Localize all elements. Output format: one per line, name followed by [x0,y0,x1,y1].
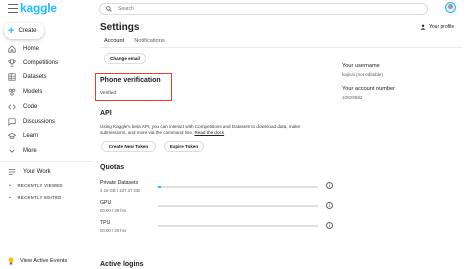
sidebar-item-datasets[interactable]: Datasets [8,72,47,82]
quota-name: GPU [100,200,112,206]
sidebar-item-label: Home [23,46,40,52]
page-title: Settings [100,22,140,33]
quota-value: 2.15 GB / 107.37 GB [100,188,140,193]
sidebar-item-more[interactable]: More [8,146,37,156]
home-icon [8,45,16,53]
sidebar-item-label: Competitions [23,60,59,66]
chevron-down-icon: ⌄ [8,194,13,200]
api-title: API [100,110,112,117]
sidebar-item-label: Discussions [23,119,56,125]
quota-progress-bar [158,186,318,188]
quota-tpu: TPU 00:00 / 20 hrs [100,220,126,233]
sidebar-item-your-work[interactable]: Your Work [8,167,51,177]
search-icon [106,6,112,12]
sidebar-item-label: More [23,148,37,154]
sidebar: kaggle + Create Home Competitions Datase… [0,0,92,269]
info-icon[interactable]: i [326,202,333,209]
sidebar-divider [0,161,92,162]
phone-verification-title: Phone verification [100,77,161,84]
sidebar-item-models[interactable]: Models [8,87,42,97]
chevron-down-icon: ⌄ [8,182,13,188]
trophy-icon [8,59,16,67]
menu-icon[interactable] [8,4,18,13]
list-icon [8,168,16,176]
recently-edited-label: RECENTLY EDITED [17,194,62,200]
create-new-token-button[interactable]: Create New Token [101,141,156,152]
table-icon [8,73,16,81]
kaggle-settings-page: kaggle + Create Home Competitions Datase… [0,0,474,269]
sidebar-item-learn[interactable]: Learn [8,131,38,141]
quota-value: 00:00 / 20 hrs [100,228,127,233]
create-label: Create [18,28,37,34]
username-value: kajicai (not editable) [342,72,383,77]
phone-verification-status: Verified [100,91,116,96]
quota-name: Private Datasets [100,180,139,186]
plus-icon: + [8,24,15,37]
search-bar[interactable] [99,3,428,15]
quota-progress-bar [158,205,318,207]
sidebar-item-competitions[interactable]: Competitions [8,58,58,68]
view-active-events-link[interactable]: View Active Events [8,257,67,265]
tabs-divider [100,47,462,48]
quota-gpu: GPU 00:00 / 30 hrs [100,200,126,213]
account-number-value: 10829592 [342,95,363,100]
sidebar-item-code[interactable]: Code [8,102,37,112]
sidebar-item-label: Models [23,89,43,95]
school-icon [8,132,16,140]
recently-viewed-label: RECENTLY VIEWED [17,182,63,188]
recently-edited-toggle[interactable]: ⌄ RECENTLY EDITED [8,193,62,201]
sidebar-item-label: Code [23,104,38,110]
sidebar-item-label: Datasets [23,74,47,80]
view-active-events-label: View Active Events [20,258,68,264]
person-icon [420,24,426,30]
search-input[interactable] [118,6,318,12]
expire-token-button[interactable]: Expire Token [164,141,204,152]
quota-progress-fill [158,186,162,188]
sidebar-item-label: Your Work [23,169,51,175]
create-button[interactable]: + Create [4,23,44,39]
chevron-down-icon [8,147,16,155]
models-icon [8,88,16,96]
recently-viewed-toggle[interactable]: ⌄ RECENTLY VIEWED [8,181,63,189]
phone-verification-section: Phone verification Verified [95,73,172,101]
change-email-button[interactable]: Change email [104,53,146,64]
quota-private-datasets: Private Datasets 2.15 GB / 107.37 GB [100,180,140,193]
info-icon[interactable]: i [326,222,333,229]
sidebar-item-home[interactable]: Home [8,44,39,54]
kaggle-logo[interactable]: kaggle [20,1,57,15]
api-description: Using Kaggle's beta API, you can interac… [100,124,320,135]
username-label: Your username [342,63,380,69]
quota-name: TPU [100,220,111,226]
quota-progress-bar [158,225,318,227]
active-logins-title: Active logins [100,261,144,268]
lightbulb-icon [8,257,14,265]
sidebar-item-label: Learn [23,133,39,139]
code-icon [8,103,16,111]
avatar[interactable] [445,2,456,13]
read-docs-link[interactable]: Read the docs [194,130,224,135]
account-number-label: Your account number [342,86,395,92]
quotas-title: Quotas [100,164,125,171]
info-icon[interactable]: i [326,182,333,189]
your-profile-label: Your profile [429,24,455,30]
quota-value: 00:00 / 30 hrs [100,208,127,213]
comments-icon [8,118,16,126]
sidebar-item-discussions[interactable]: Discussions [8,117,55,127]
your-profile-link[interactable]: Your profile [420,24,454,30]
